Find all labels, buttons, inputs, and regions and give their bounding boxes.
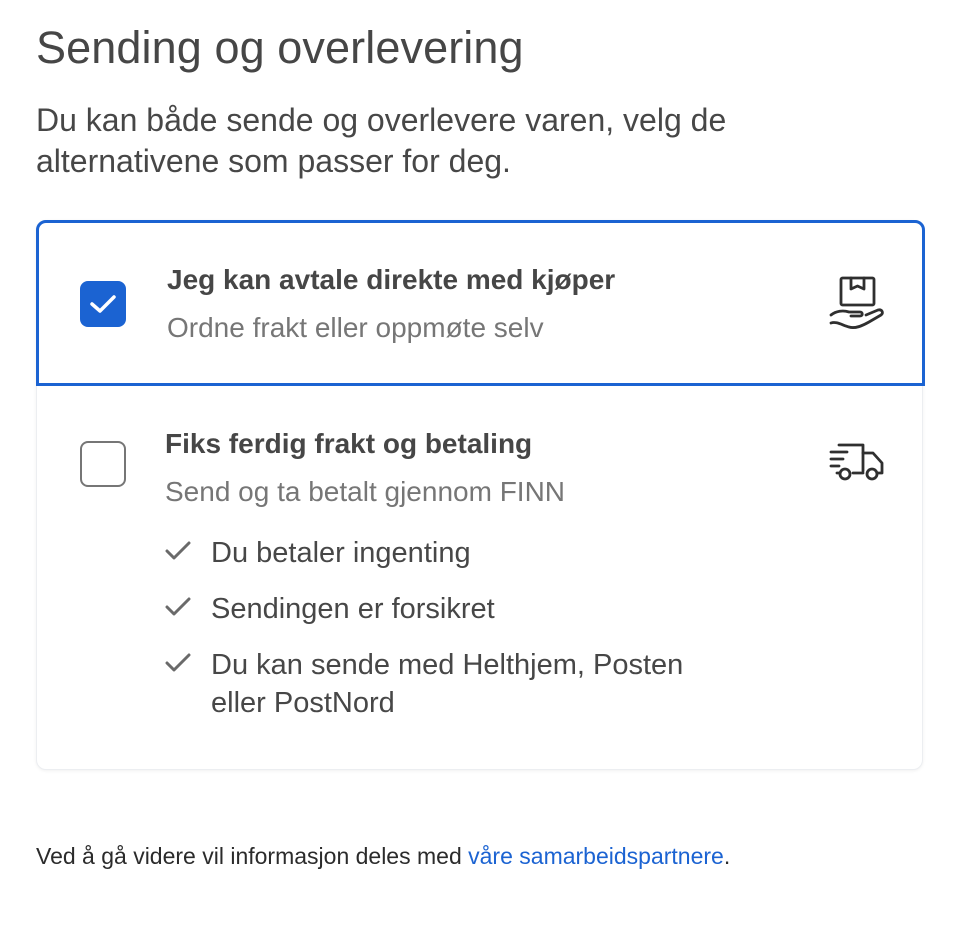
option-title: Fiks ferdig frakt og betaling <box>165 428 533 459</box>
direct-agreement-checkbox[interactable] <box>80 281 126 327</box>
intro-text: Du kan både sende og overlevere varen, v… <box>36 102 727 179</box>
check-icon <box>165 597 191 616</box>
option-subtitle: Send og ta betalt gjennom FINN <box>165 476 566 507</box>
ship-and-pay-checkbox[interactable] <box>80 441 126 487</box>
benefit-item: Du kan sende med Helthjem, Posten eller … <box>165 646 725 722</box>
option-direct-agreement[interactable]: Jeg kan avtale direkte med kjøper Ordne … <box>36 220 925 386</box>
shipping-handover-page: Sending og overlevering Du kan både send… <box>0 0 960 928</box>
shipping-options-group: Jeg kan avtale direkte med kjøper Ordne … <box>36 220 925 771</box>
benefit-item: Du betaler ingenting <box>165 534 725 572</box>
footer-text: Ved å gå videre vil informasjon deles me… <box>36 843 469 869</box>
benefit-text: Du betaler ingenting <box>211 537 471 569</box>
benefits-list: Du betaler ingenting Sendingen er forsik… <box>165 534 725 722</box>
option-subtitle: Ordne frakt eller oppmøte selv <box>167 312 544 343</box>
check-icon <box>165 653 191 672</box>
option-ship-and-pay[interactable]: Fiks ferdig frakt og betaling Send og ta… <box>37 386 924 771</box>
partners-link[interactable]: våre samarbeidspartnere <box>468 843 724 869</box>
footer-suffix: . <box>723 843 731 869</box>
delivery-truck-icon <box>829 443 884 481</box>
benefit-text: Sendingen er forsikret <box>211 593 495 625</box>
benefit-item: Sendingen er forsikret <box>165 590 725 628</box>
data-sharing-notice: Ved å gå videre vil informasjon deles me… <box>36 843 730 870</box>
check-icon <box>165 541 191 560</box>
option-title: Jeg kan avtale direkte med kjøper <box>167 264 616 295</box>
checkmark-icon <box>90 295 116 313</box>
benefit-text: Du kan sende med Helthjem, Posten eller … <box>211 649 684 719</box>
page-title: Sending og overlevering <box>36 22 524 73</box>
hand-package-icon <box>829 276 884 330</box>
